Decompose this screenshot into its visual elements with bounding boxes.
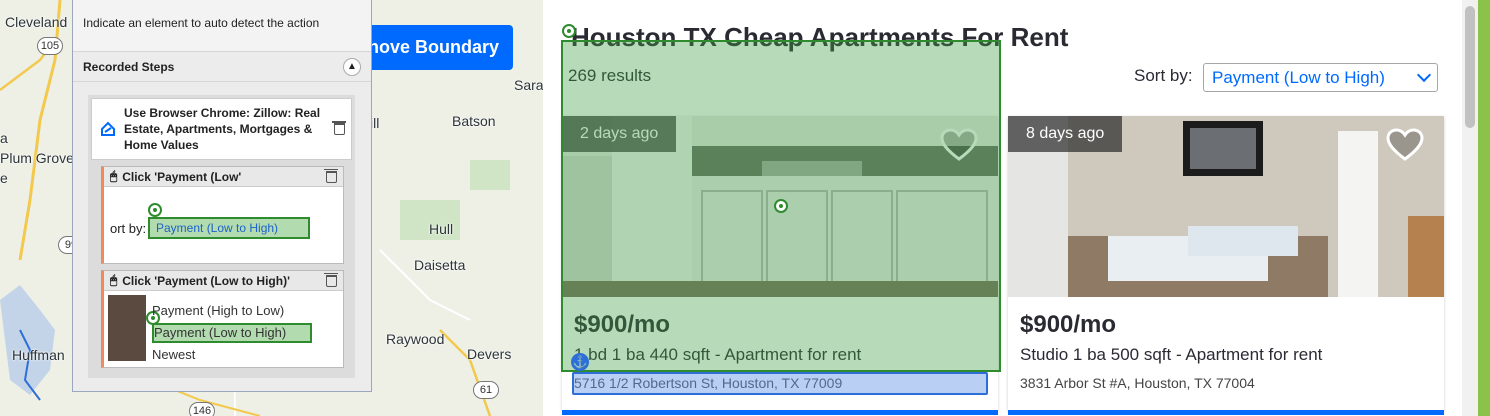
recorder-panel: Indicate an element to auto detect the a…	[72, 0, 372, 392]
delete-step-icon[interactable]	[324, 272, 338, 287]
step-thumbnail: ort by: Payment (Low to High)	[108, 191, 331, 257]
map-label-hull: Hull	[429, 221, 454, 237]
thumb-option: Payment (High to Low)	[152, 303, 285, 318]
route-61-shield: 61	[473, 381, 499, 399]
map-label-daisetta: Daisetta	[414, 257, 466, 273]
browser-step[interactable]: Use Browser Chrome: Zillow: Real Estate,…	[91, 98, 352, 160]
step-title: Click 'Payment (Low to High)'	[122, 273, 290, 288]
listing-photo[interactable]: 8 days ago	[1008, 116, 1444, 297]
sort-select-value: Payment (Low to High)	[1212, 67, 1385, 87]
map-label-plum-grove: Plum Grove	[0, 150, 74, 166]
map-label-cleveland: Cleveland	[5, 14, 68, 30]
zillow-icon	[101, 121, 115, 136]
step-thumbnail: Payment (High to Low) Payment (Low to Hi…	[108, 295, 331, 361]
recorded-steps-label: Recorded Steps	[83, 59, 175, 74]
listing-price: $900/mo	[1020, 311, 1117, 338]
steps-container: Use Browser Chrome: Zillow: Real Estate,…	[88, 95, 355, 378]
thumb-photo	[108, 295, 146, 361]
target-icon	[148, 203, 162, 217]
route-146-shield: 146	[189, 402, 215, 416]
heart-icon[interactable]	[1386, 128, 1424, 162]
route-105-shield: 105	[37, 37, 63, 55]
thumb-option: Newest	[152, 347, 196, 361]
step-card[interactable]: 🖱 Click 'Payment (Low' ort by: Payment (…	[101, 166, 344, 264]
thumb-option-selected: Payment (Low to High)	[152, 323, 312, 343]
recorder-hint: Indicate an element to auto detect the a…	[73, 0, 371, 52]
step-card-header: 🖱 Click 'Payment (Low'	[104, 167, 343, 187]
map-label-batson: Batson	[452, 113, 496, 129]
listing-card[interactable]: 8 days ago $900/mo Studio 1 ba 500 sqft …	[1008, 116, 1444, 415]
step-title: Click 'Payment (Low'	[122, 169, 242, 184]
scrollbar-thumb[interactable]	[1465, 6, 1475, 128]
step-card-header: 🖱 Click 'Payment (Low to High)'	[104, 271, 343, 291]
thumb-sort-select: Payment (Low to High)	[148, 217, 310, 239]
map-label-huffman: Huffman	[12, 347, 65, 363]
target-icon	[562, 24, 576, 38]
map-label-sara: Sara	[514, 77, 543, 93]
recorded-steps-header: Recorded Steps ▲	[73, 52, 371, 82]
click-icon: 🖱	[110, 169, 118, 183]
window-edge-accent	[1478, 0, 1490, 416]
map-label-a: a	[0, 130, 8, 146]
listing-age-badge: 8 days ago	[1008, 116, 1123, 152]
listing-address[interactable]: 3831 Arbor St #A, Houston, TX 77004	[1020, 375, 1255, 391]
sort-select[interactable]: Payment (Low to High)	[1203, 63, 1438, 92]
delete-step-icon[interactable]	[324, 168, 338, 183]
anchor-icon: ⚓	[571, 353, 589, 371]
click-icon: 🖱	[110, 273, 118, 287]
target-icon	[774, 199, 788, 213]
listing-accent-bar	[562, 410, 998, 415]
map-label-raywood: Raywood	[386, 331, 445, 347]
delete-step-icon[interactable]	[332, 121, 346, 135]
chevron-up-icon[interactable]: ▲	[343, 57, 361, 76]
scrollbar[interactable]	[1462, 0, 1478, 416]
map-label-devers: Devers	[467, 346, 512, 362]
map-label-e: e	[0, 170, 8, 186]
anchor-highlight-overlay	[572, 372, 988, 395]
listing-accent-bar	[1008, 410, 1444, 415]
step-card[interactable]: 🖱 Click 'Payment (Low to High)' Payment …	[101, 270, 344, 368]
chevron-down-icon	[1416, 67, 1432, 82]
sort-label: Sort by:	[1134, 66, 1193, 85]
browser-step-title: Use Browser Chrome: Zillow: Real Estate,…	[124, 106, 321, 152]
listing-details: Studio 1 ba 500 sqft - Apartment for ren…	[1020, 345, 1323, 364]
thumb-sort-label: ort by:	[110, 221, 147, 236]
